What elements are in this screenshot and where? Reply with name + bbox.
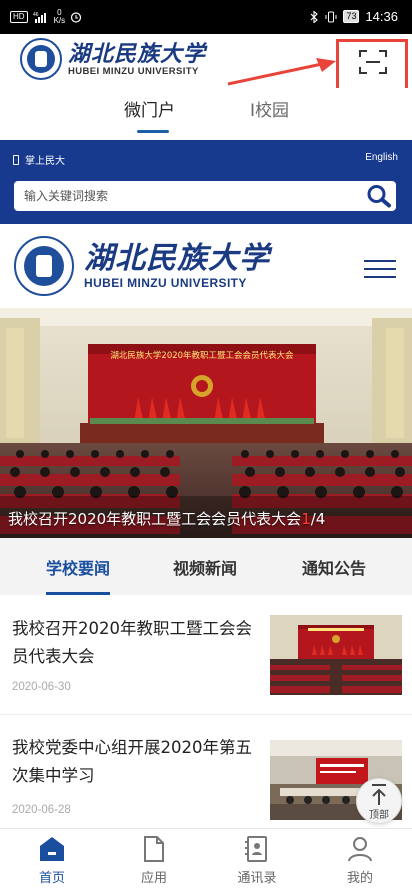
news-thumbnail: [270, 615, 402, 695]
news-date: 2020-06-30: [12, 681, 71, 693]
slide-current-index: 1: [301, 510, 311, 528]
site-logo[interactable]: 湖北民族大学 HUBEI MINZU UNIVERSITY: [14, 236, 270, 296]
nav-contacts-label: 通讯录: [237, 871, 277, 886]
tab-notices[interactable]: 通知公告: [302, 555, 366, 579]
user-icon: [348, 837, 372, 862]
pointer-arrow-icon: [227, 58, 336, 86]
site-logo-title-en: HUBEI MINZU UNIVERSITY: [84, 276, 247, 290]
search-icon[interactable]: [366, 184, 392, 208]
nav-home-label: 首页: [38, 871, 65, 886]
active-news-tab-indicator: [46, 592, 110, 595]
university-seal-icon: [14, 236, 74, 296]
search-input[interactable]: [14, 181, 344, 211]
document-icon: [144, 836, 164, 862]
search-box: [14, 181, 396, 211]
slide-total: /4: [310, 510, 326, 528]
slide-caption-text: 我校召开2020年教职工暨工会会员代表大会: [8, 510, 302, 528]
news-slideshow[interactable]: 湖北民族大学2020年教职工暨工会会员代表大会 我校召开2020年教职工暨工会会…: [0, 308, 412, 538]
back-to-top-button[interactable]: 顶部: [356, 778, 402, 824]
arrow-up-icon: [372, 784, 386, 805]
portal-tabs: 微门户 I校园: [0, 88, 412, 140]
bluetooth-icon: [311, 10, 319, 23]
contacts-icon: [245, 836, 267, 862]
signal-type: 46: [33, 12, 39, 18]
hamburger-icon[interactable]: [364, 260, 396, 278]
logo-title-cn: 湖北民族大学: [68, 40, 207, 67]
tab-portal[interactable]: 微门户: [124, 96, 175, 121]
tab-campus[interactable]: I校园: [250, 96, 289, 121]
network-speed: 0 K/s: [54, 9, 66, 25]
signal-icon: 46: [33, 12, 46, 23]
back-to-top-label: 顶部: [369, 810, 389, 821]
app-header: 湖北民族大学 HUBEI MINZU UNIVERSITY: [0, 34, 412, 95]
nav-home[interactable]: 首页: [17, 835, 87, 886]
clock: 14:36: [365, 9, 398, 24]
bottom-nav: 首页 应用 通讯录 我的: [0, 828, 412, 891]
slide-caption: 我校召开2020年教职工暨工会会员代表大会1/4: [8, 508, 325, 529]
scan-icon[interactable]: [358, 49, 388, 75]
battery-indicator: 73: [343, 10, 360, 23]
tab-school-news[interactable]: 学校要闻: [46, 555, 110, 579]
news-item[interactable]: 我校召开2020年教职工暨工会会员代表大会 2020-06-30: [0, 597, 412, 715]
logo-title-en: HUBEI MINZU UNIVERSITY: [68, 65, 199, 77]
news-title: 我校召开2020年教职工暨工会会员代表大会: [12, 619, 252, 666]
nav-me-label: 我的: [346, 871, 373, 886]
site-header: 湖北民族大学 HUBEI MINZU UNIVERSITY: [0, 224, 412, 308]
news-item[interactable]: 我校党委中心组开展2020年第五次集中学习 2020-06-28: [0, 716, 412, 834]
speed-unit: K/s: [53, 16, 66, 25]
phone-icon: [13, 154, 19, 165]
english-link[interactable]: English: [365, 152, 398, 163]
network-badge: HD: [10, 11, 28, 23]
alarm-icon: [71, 12, 82, 23]
nav-contacts[interactable]: 通讯录: [222, 835, 292, 886]
tab-video-news[interactable]: 视频新闻: [173, 555, 237, 579]
active-tab-indicator: [137, 130, 169, 133]
news-title: 我校党委中心组开展2020年第五次集中学习: [12, 738, 252, 785]
mobile-link[interactable]: 掌上民大: [13, 152, 65, 167]
university-logo: 湖北民族大学 HUBEI MINZU UNIVERSITY: [20, 38, 206, 80]
status-bar: HD 46 0 K/s 73 14:36: [0, 0, 412, 34]
nav-apps-label: 应用: [140, 871, 167, 886]
top-banner: 掌上民大 English: [0, 140, 412, 224]
news-date: 2020-06-28: [12, 804, 71, 816]
site-logo-title-cn: 湖北民族大学: [84, 241, 270, 276]
stage-banner-text: 湖北民族大学2020年教职工暨工会会员代表大会: [110, 350, 294, 361]
university-seal-icon: [20, 38, 62, 80]
mobile-label: 掌上民大: [25, 156, 65, 167]
news-tabs: 学校要闻 视频新闻 通知公告: [0, 538, 412, 595]
vibrate-icon: [325, 11, 337, 22]
nav-me[interactable]: 我的: [325, 835, 395, 886]
slide-image: 湖北民族大学2020年教职工暨工会会员代表大会: [0, 308, 412, 538]
nav-apps[interactable]: 应用: [119, 835, 189, 886]
home-icon: [40, 837, 64, 861]
